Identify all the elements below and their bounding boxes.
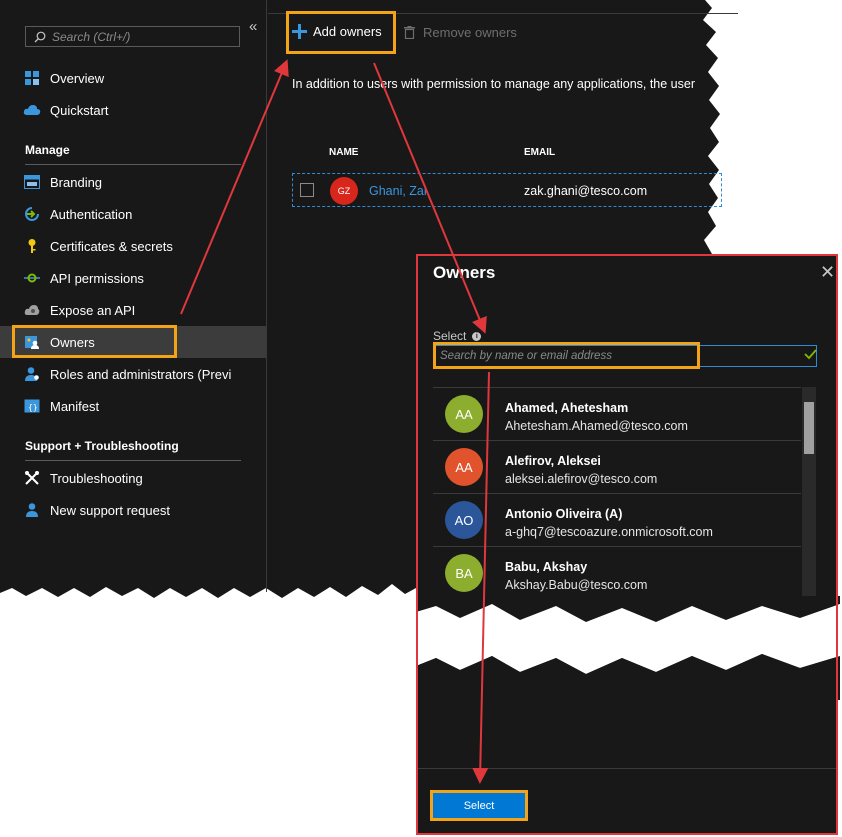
sidebar-item-troubleshooting[interactable]: Troubleshooting bbox=[0, 462, 266, 494]
user-name: Ahamed, Ahetesham bbox=[505, 401, 629, 415]
sidebar-item-label: Overview bbox=[50, 70, 105, 86]
authentication-icon bbox=[23, 205, 41, 223]
manage-heading: Manage bbox=[25, 143, 70, 157]
sidebar-item-label: Roles and administrators (Previ bbox=[50, 366, 232, 382]
owner-email: zak.ghani@tesco.com bbox=[524, 184, 648, 198]
avatar: AA bbox=[445, 395, 483, 433]
sidebar: Search (Ctrl+/) « Overview Quickstart Ma… bbox=[0, 0, 266, 600]
avatar: AO bbox=[445, 501, 483, 539]
plus-icon bbox=[292, 24, 307, 39]
list-item[interactable]: AO Antonio Oliveira (A) a-ghq7@tescoazur… bbox=[433, 493, 801, 546]
api-permissions-icon bbox=[23, 269, 41, 287]
svg-text:{}: {} bbox=[28, 403, 38, 412]
owners-icon bbox=[23, 333, 41, 351]
sidebar-item-expose-an-api[interactable]: Expose an API bbox=[0, 294, 266, 326]
sidebar-item-label: API permissions bbox=[50, 270, 144, 286]
panel-border-right bbox=[836, 596, 838, 700]
sidebar-item-branding[interactable]: Branding bbox=[0, 166, 266, 198]
sidebar-item-api-permissions[interactable]: API permissions bbox=[0, 262, 266, 294]
sidebar-item-label: Owners bbox=[50, 334, 95, 350]
panel-border-left bbox=[416, 596, 418, 700]
sidebar-item-label: Troubleshooting bbox=[50, 470, 143, 486]
search-input[interactable]: Search (Ctrl+/) bbox=[25, 26, 240, 47]
branding-icon bbox=[23, 173, 41, 191]
list-item[interactable]: BA Babu, Akshay Akshay.Babu@tesco.com bbox=[433, 546, 801, 599]
toolbar-divider bbox=[268, 13, 738, 14]
avatar: GZ bbox=[330, 177, 358, 205]
column-header-name: NAME bbox=[329, 147, 359, 158]
select-button[interactable]: Select bbox=[433, 793, 525, 818]
user-email: Akshay.Babu@tesco.com bbox=[505, 578, 648, 592]
support-request-icon bbox=[23, 501, 41, 519]
user-name: Babu, Akshay bbox=[505, 560, 588, 574]
divider bbox=[25, 460, 241, 461]
info-icon[interactable]: i bbox=[472, 331, 482, 341]
owner-name-link[interactable]: Ghani, Zak bbox=[369, 184, 427, 198]
torn-edge bbox=[416, 596, 840, 700]
user-name: Alefirov, Aleksei bbox=[505, 454, 601, 468]
add-owners-label: Add owners bbox=[313, 24, 382, 39]
sidebar-item-label: Branding bbox=[50, 174, 103, 190]
checkmark-icon bbox=[804, 349, 817, 360]
close-icon[interactable]: ✕ bbox=[820, 262, 835, 283]
sidebar-item-label: New support request bbox=[50, 502, 170, 518]
list-item[interactable]: AA Ahamed, Ahetesham Ahetesham.Ahamed@te… bbox=[433, 387, 801, 440]
cloud-gear-icon bbox=[23, 301, 41, 319]
trash-icon bbox=[404, 26, 415, 39]
search-placeholder: Search (Ctrl+/) bbox=[52, 29, 131, 44]
support-heading: Support + Troubleshooting bbox=[25, 439, 179, 453]
sidebar-item-certificates-secrets[interactable]: Certificates & secrets bbox=[0, 230, 266, 262]
owners-description: In addition to users with permission to … bbox=[292, 77, 696, 91]
sidebar-item-authentication[interactable]: Authentication bbox=[0, 198, 266, 230]
panel-footer-divider bbox=[418, 768, 836, 769]
add-owners-button[interactable]: Add owners bbox=[292, 24, 382, 39]
sidebar-item-label: Expose an API bbox=[50, 302, 136, 318]
sidebar-item-label: Certificates & secrets bbox=[50, 238, 173, 254]
cloud-icon bbox=[23, 101, 41, 119]
select-label: Select i bbox=[433, 329, 482, 343]
remove-owners-button[interactable]: Remove owners bbox=[404, 25, 517, 40]
select-label-text: Select bbox=[433, 329, 467, 343]
sidebar-item-roles-administrators[interactable]: Roles and administrators (Previ bbox=[0, 358, 266, 390]
search-icon bbox=[34, 31, 46, 42]
column-header-email: EMAIL bbox=[524, 147, 556, 158]
collapse-sidebar-icon[interactable]: « bbox=[249, 18, 257, 35]
sidebar-item-owners[interactable]: Owners bbox=[0, 326, 266, 358]
manifest-icon: {} bbox=[23, 397, 41, 415]
avatar: AA bbox=[445, 448, 483, 486]
sidebar-item-quickstart[interactable]: Quickstart bbox=[0, 94, 266, 126]
search-field[interactable] bbox=[433, 345, 817, 367]
sidebar-item-label: Manifest bbox=[50, 398, 100, 414]
overview-icon bbox=[23, 69, 41, 87]
avatar: BA bbox=[445, 554, 483, 592]
panel-title: Owners bbox=[433, 263, 496, 282]
sidebar-item-label: Authentication bbox=[50, 206, 133, 222]
scrollbar-thumb[interactable] bbox=[804, 402, 814, 454]
sidebar-item-label: Quickstart bbox=[50, 102, 109, 118]
roles-icon bbox=[23, 365, 41, 383]
key-icon bbox=[23, 237, 41, 255]
pane-divider bbox=[266, 0, 267, 592]
user-email: Ahetesham.Ahamed@tesco.com bbox=[505, 419, 688, 433]
list-item[interactable]: AA Alefirov, Aleksei aleksei.alefirov@te… bbox=[433, 440, 801, 493]
owner-search-input[interactable] bbox=[440, 348, 770, 364]
sidebar-item-new-support-request[interactable]: New support request bbox=[0, 494, 266, 526]
sidebar-item-overview[interactable]: Overview bbox=[0, 62, 266, 94]
divider bbox=[25, 164, 241, 165]
wrench-icon bbox=[23, 469, 41, 487]
row-checkbox[interactable] bbox=[300, 183, 314, 197]
remove-owners-label: Remove owners bbox=[423, 25, 517, 40]
user-email: a-ghq7@tescoazure.onmicrosoft.com bbox=[505, 525, 713, 539]
sidebar-item-manifest[interactable]: {} Manifest bbox=[0, 390, 266, 422]
user-name: Antonio Oliveira (A) bbox=[505, 507, 623, 521]
user-email: aleksei.alefirov@tesco.com bbox=[505, 472, 658, 486]
